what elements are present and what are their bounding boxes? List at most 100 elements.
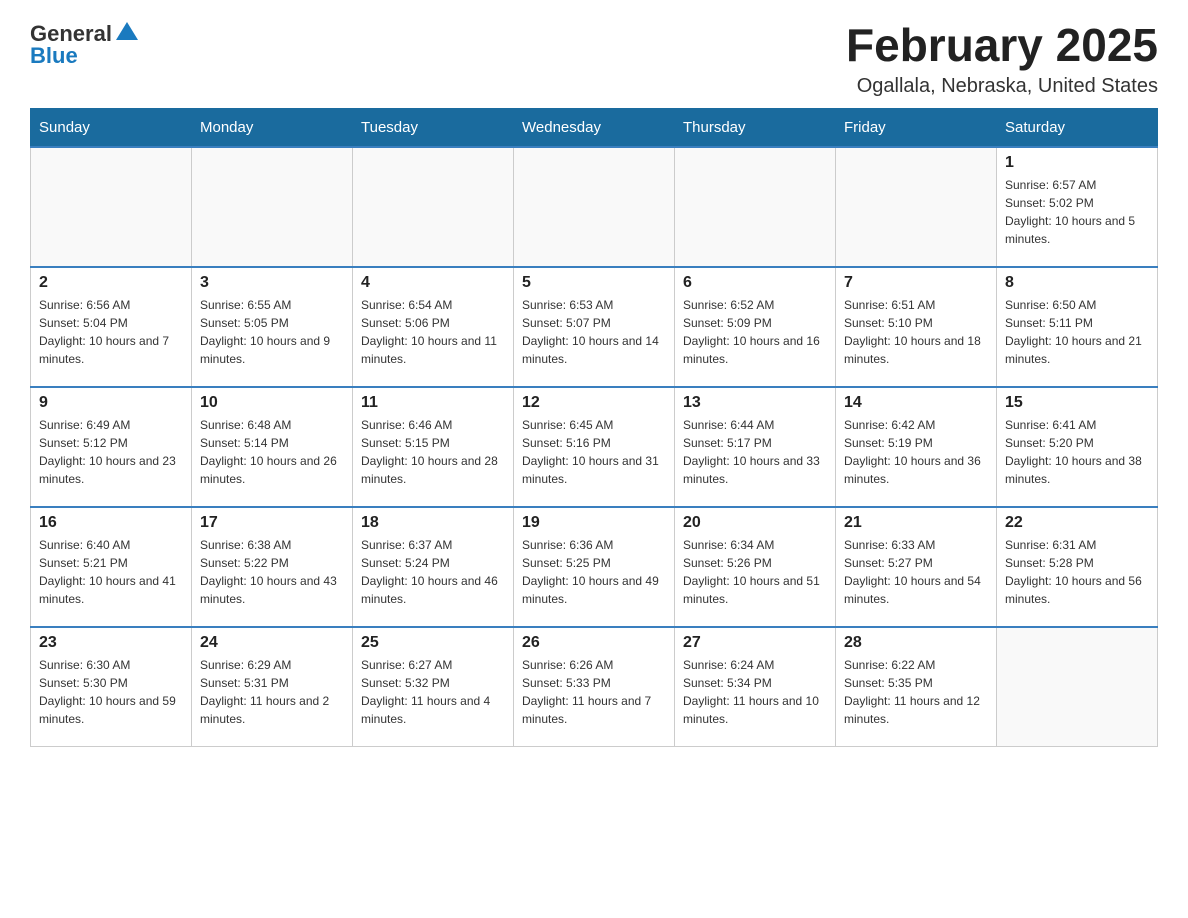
- calendar-cell: [997, 627, 1158, 747]
- day-number: 26: [522, 634, 666, 652]
- day-number: 24: [200, 634, 344, 652]
- day-info: Sunrise: 6:50 AMSunset: 5:11 PMDaylight:…: [1005, 296, 1149, 368]
- title-section: February 2025 Ogallala, Nebraska, United…: [846, 20, 1158, 98]
- day-info: Sunrise: 6:22 AMSunset: 5:35 PMDaylight:…: [844, 656, 988, 728]
- day-info: Sunrise: 6:54 AMSunset: 5:06 PMDaylight:…: [361, 296, 505, 368]
- calendar-cell: [675, 147, 836, 267]
- day-info: Sunrise: 6:44 AMSunset: 5:17 PMDaylight:…: [683, 416, 827, 488]
- day-info: Sunrise: 6:33 AMSunset: 5:27 PMDaylight:…: [844, 536, 988, 608]
- calendar-cell: [836, 147, 997, 267]
- calendar-cell: 17 Sunrise: 6:38 AMSunset: 5:22 PMDayligh…: [192, 507, 353, 627]
- calendar-header-thursday: Thursday: [675, 108, 836, 147]
- day-info: Sunrise: 6:51 AMSunset: 5:10 PMDaylight:…: [844, 296, 988, 368]
- day-info: Sunrise: 6:42 AMSunset: 5:19 PMDaylight:…: [844, 416, 988, 488]
- calendar-cell: 2 Sunrise: 6:56 AMSunset: 5:04 PMDaylight…: [31, 267, 192, 387]
- day-number: 9: [39, 394, 183, 412]
- day-number: 10: [200, 394, 344, 412]
- location-text: Ogallala, Nebraska, United States: [846, 75, 1158, 98]
- calendar-cell: 26 Sunrise: 6:26 AMSunset: 5:33 PMDayligh…: [514, 627, 675, 747]
- calendar-cell: 13 Sunrise: 6:44 AMSunset: 5:17 PMDayligh…: [675, 387, 836, 507]
- day-info: Sunrise: 6:49 AMSunset: 5:12 PMDaylight:…: [39, 416, 183, 488]
- calendar-cell: 4 Sunrise: 6:54 AMSunset: 5:06 PMDaylight…: [353, 267, 514, 387]
- calendar-cell: 28 Sunrise: 6:22 AMSunset: 5:35 PMDayligh…: [836, 627, 997, 747]
- calendar-cell: 18 Sunrise: 6:37 AMSunset: 5:24 PMDayligh…: [353, 507, 514, 627]
- day-info: Sunrise: 6:57 AMSunset: 5:02 PMDaylight:…: [1005, 176, 1149, 248]
- calendar-cell: [31, 147, 192, 267]
- calendar-cell: 6 Sunrise: 6:52 AMSunset: 5:09 PMDaylight…: [675, 267, 836, 387]
- day-info: Sunrise: 6:27 AMSunset: 5:32 PMDaylight:…: [361, 656, 505, 728]
- calendar-header-monday: Monday: [192, 108, 353, 147]
- calendar-cell: 16Sunrise: 6:40 AMSunset: 5:21 PMDayligh…: [31, 507, 192, 627]
- calendar-week-row: 16Sunrise: 6:40 AMSunset: 5:21 PMDayligh…: [31, 507, 1158, 627]
- calendar-cell: 12 Sunrise: 6:45 AMSunset: 5:16 PMDayligh…: [514, 387, 675, 507]
- day-number: 8: [1005, 274, 1149, 292]
- page-header: General Blue February 2025 Ogallala, Neb…: [30, 20, 1158, 98]
- calendar-cell: 7 Sunrise: 6:51 AMSunset: 5:10 PMDaylight…: [836, 267, 997, 387]
- day-info: Sunrise: 6:52 AMSunset: 5:09 PMDaylight:…: [683, 296, 827, 368]
- day-info: Sunrise: 6:37 AMSunset: 5:24 PMDaylight:…: [361, 536, 505, 608]
- calendar-cell: 24 Sunrise: 6:29 AMSunset: 5:31 PMDayligh…: [192, 627, 353, 747]
- day-info: Sunrise: 6:56 AMSunset: 5:04 PMDaylight:…: [39, 296, 183, 368]
- day-number: 7: [844, 274, 988, 292]
- logo-blue-text: Blue: [30, 43, 78, 69]
- calendar-cell: 23 Sunrise: 6:30 AMSunset: 5:30 PMDayligh…: [31, 627, 192, 747]
- day-number: 23: [39, 634, 183, 652]
- calendar-cell: 21 Sunrise: 6:33 AMSunset: 5:27 PMDayligh…: [836, 507, 997, 627]
- day-number: 15: [1005, 394, 1149, 412]
- day-info: Sunrise: 6:41 AMSunset: 5:20 PMDaylight:…: [1005, 416, 1149, 488]
- day-info: Sunrise: 6:29 AMSunset: 5:31 PMDaylight:…: [200, 656, 344, 728]
- calendar-cell: 5Sunrise: 6:53 AMSunset: 5:07 PMDaylight…: [514, 267, 675, 387]
- calendar-cell: 14 Sunrise: 6:42 AMSunset: 5:19 PMDayligh…: [836, 387, 997, 507]
- calendar-cell: 22Sunrise: 6:31 AMSunset: 5:28 PMDayligh…: [997, 507, 1158, 627]
- day-number: 16: [39, 514, 183, 532]
- day-number: 6: [683, 274, 827, 292]
- day-number: 11: [361, 394, 505, 412]
- day-number: 3: [200, 274, 344, 292]
- calendar-cell: 11 Sunrise: 6:46 AMSunset: 5:15 PMDayligh…: [353, 387, 514, 507]
- day-info: Sunrise: 6:30 AMSunset: 5:30 PMDaylight:…: [39, 656, 183, 728]
- calendar-cell: 20 Sunrise: 6:34 AMSunset: 5:26 PMDayligh…: [675, 507, 836, 627]
- day-number: 14: [844, 394, 988, 412]
- calendar-cell: 25Sunrise: 6:27 AMSunset: 5:32 PMDayligh…: [353, 627, 514, 747]
- day-info: Sunrise: 6:45 AMSunset: 5:16 PMDaylight:…: [522, 416, 666, 488]
- day-number: 20: [683, 514, 827, 532]
- calendar-cell: 19 Sunrise: 6:36 AMSunset: 5:25 PMDayligh…: [514, 507, 675, 627]
- calendar-header-friday: Friday: [836, 108, 997, 147]
- day-info: Sunrise: 6:34 AMSunset: 5:26 PMDaylight:…: [683, 536, 827, 608]
- logo: General Blue: [30, 20, 138, 69]
- calendar-cell: [514, 147, 675, 267]
- calendar-header-row: SundayMondayTuesdayWednesdayThursdayFrid…: [31, 108, 1158, 147]
- day-info: Sunrise: 6:26 AMSunset: 5:33 PMDaylight:…: [522, 656, 666, 728]
- logo-triangle-icon: [116, 20, 138, 42]
- day-number: 13: [683, 394, 827, 412]
- day-info: Sunrise: 6:53 AMSunset: 5:07 PMDaylight:…: [522, 296, 666, 368]
- calendar-header-sunday: Sunday: [31, 108, 192, 147]
- day-number: 12: [522, 394, 666, 412]
- day-info: Sunrise: 6:48 AMSunset: 5:14 PMDaylight:…: [200, 416, 344, 488]
- calendar-table: SundayMondayTuesdayWednesdayThursdayFrid…: [30, 108, 1158, 748]
- calendar-week-row: 1 Sunrise: 6:57 AMSunset: 5:02 PMDaylight…: [31, 147, 1158, 267]
- calendar-header-tuesday: Tuesday: [353, 108, 514, 147]
- calendar-header-saturday: Saturday: [997, 108, 1158, 147]
- month-year-title: February 2025: [846, 20, 1158, 71]
- day-number: 17: [200, 514, 344, 532]
- day-number: 1: [1005, 154, 1149, 172]
- day-number: 27: [683, 634, 827, 652]
- calendar-cell: 3 Sunrise: 6:55 AMSunset: 5:05 PMDaylight…: [192, 267, 353, 387]
- day-info: Sunrise: 6:38 AMSunset: 5:22 PMDaylight:…: [200, 536, 344, 608]
- day-info: Sunrise: 6:46 AMSunset: 5:15 PMDaylight:…: [361, 416, 505, 488]
- calendar-cell: 10 Sunrise: 6:48 AMSunset: 5:14 PMDayligh…: [192, 387, 353, 507]
- day-number: 21: [844, 514, 988, 532]
- day-number: 18: [361, 514, 505, 532]
- calendar-week-row: 2 Sunrise: 6:56 AMSunset: 5:04 PMDaylight…: [31, 267, 1158, 387]
- day-number: 19: [522, 514, 666, 532]
- calendar-cell: 8 Sunrise: 6:50 AMSunset: 5:11 PMDaylight…: [997, 267, 1158, 387]
- calendar-week-row: 9 Sunrise: 6:49 AMSunset: 5:12 PMDaylight…: [31, 387, 1158, 507]
- calendar-header-wednesday: Wednesday: [514, 108, 675, 147]
- day-number: 2: [39, 274, 183, 292]
- day-number: 28: [844, 634, 988, 652]
- calendar-cell: 27Sunrise: 6:24 AMSunset: 5:34 PMDayligh…: [675, 627, 836, 747]
- day-info: Sunrise: 6:55 AMSunset: 5:05 PMDaylight:…: [200, 296, 344, 368]
- day-info: Sunrise: 6:36 AMSunset: 5:25 PMDaylight:…: [522, 536, 666, 608]
- day-number: 4: [361, 274, 505, 292]
